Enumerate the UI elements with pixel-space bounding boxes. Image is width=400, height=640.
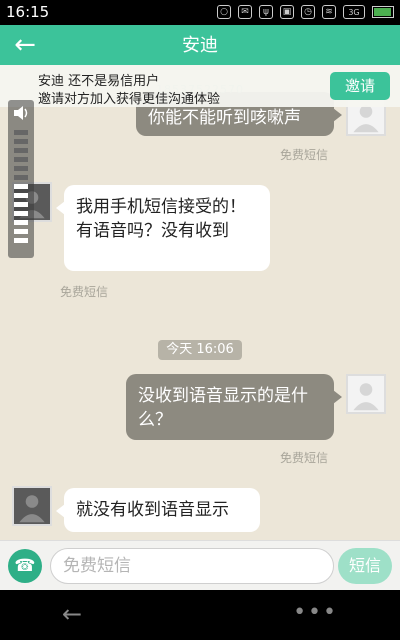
message-text: 我用手机短信接受的！有语音吗？没有收到 <box>76 197 246 241</box>
message-meta: 免费短信 <box>280 451 329 465</box>
volume-bar <box>14 166 28 171</box>
volume-level <box>14 130 28 247</box>
nav-back-icon[interactable]: ← <box>62 600 82 628</box>
status-bar: 16:15 ○ ✉ ψ ▣ ◷ ≋ 3G <box>0 0 400 25</box>
invite-line2: 邀请对方加入获得更佳沟通体验 <box>38 92 221 107</box>
volume-bar <box>14 202 28 207</box>
message-text: 没收到语音显示的是什么？ <box>138 386 308 430</box>
speaker-icon <box>12 104 30 122</box>
volume-overlay[interactable] <box>8 100 34 258</box>
volume-bar <box>14 211 28 216</box>
invite-button[interactable]: 邀请 <box>330 72 390 100</box>
volume-bar <box>14 175 28 180</box>
invite-banner: 安迪 还不是易信用户 邀请对方加入获得更佳沟通体验 邀请 <box>0 65 400 107</box>
volume-bar <box>14 148 28 153</box>
message-meta: 免费短信 <box>280 148 329 162</box>
system-nav-bar: ← ••• <box>0 590 400 640</box>
notification-icon: ○ <box>217 5 231 19</box>
wifi-icon: ≋ <box>322 5 336 19</box>
message-bubble-incoming[interactable]: 我用手机短信接受的！有语音吗？没有收到 <box>56 185 270 271</box>
alarm-icon: ◷ <box>301 5 315 19</box>
message-text: 就没有收到语音显示 <box>76 500 229 520</box>
avatar[interactable] <box>12 486 52 526</box>
status-icons: ○ ✉ ψ ▣ ◷ ≋ 3G <box>217 5 394 19</box>
usb-icon: ψ <box>259 5 273 19</box>
phone-icon[interactable]: ☎ <box>8 549 42 583</box>
volume-bar <box>14 130 28 135</box>
send-button[interactable]: 短信 <box>338 548 392 584</box>
battery-icon <box>372 6 394 18</box>
volume-bar <box>14 139 28 144</box>
volume-bar <box>14 229 28 234</box>
message-bubble-incoming[interactable]: 就没有收到语音显示 <box>56 488 260 532</box>
volume-bar <box>14 184 28 189</box>
mail-icon: ✉ <box>238 5 252 19</box>
nav-menu-icon[interactable]: ••• <box>293 600 338 625</box>
date-divider: 今天 16:06 <box>158 340 242 360</box>
volume-bar <box>14 193 28 198</box>
volume-bar <box>14 220 28 225</box>
chat-header: ← 安迪 18537522570 <box>0 25 400 96</box>
volume-bar <box>14 157 28 162</box>
message-meta: 免费短信 <box>60 285 109 299</box>
chat-title: 安迪 <box>182 35 218 56</box>
invite-line1: 安迪 还不是易信用户 <box>38 74 160 89</box>
signal-icon: 3G <box>343 5 365 19</box>
avatar[interactable] <box>346 374 386 414</box>
volume-bar <box>14 238 28 243</box>
image-icon: ▣ <box>280 5 294 19</box>
status-time: 16:15 <box>6 3 50 21</box>
message-input[interactable] <box>50 548 334 584</box>
composer-bar: ☎ 短信 <box>0 540 400 590</box>
message-text: 你能不能听到咳嗽声 <box>148 108 301 128</box>
message-bubble-outgoing[interactable]: 没收到语音显示的是什么？ <box>126 374 342 440</box>
